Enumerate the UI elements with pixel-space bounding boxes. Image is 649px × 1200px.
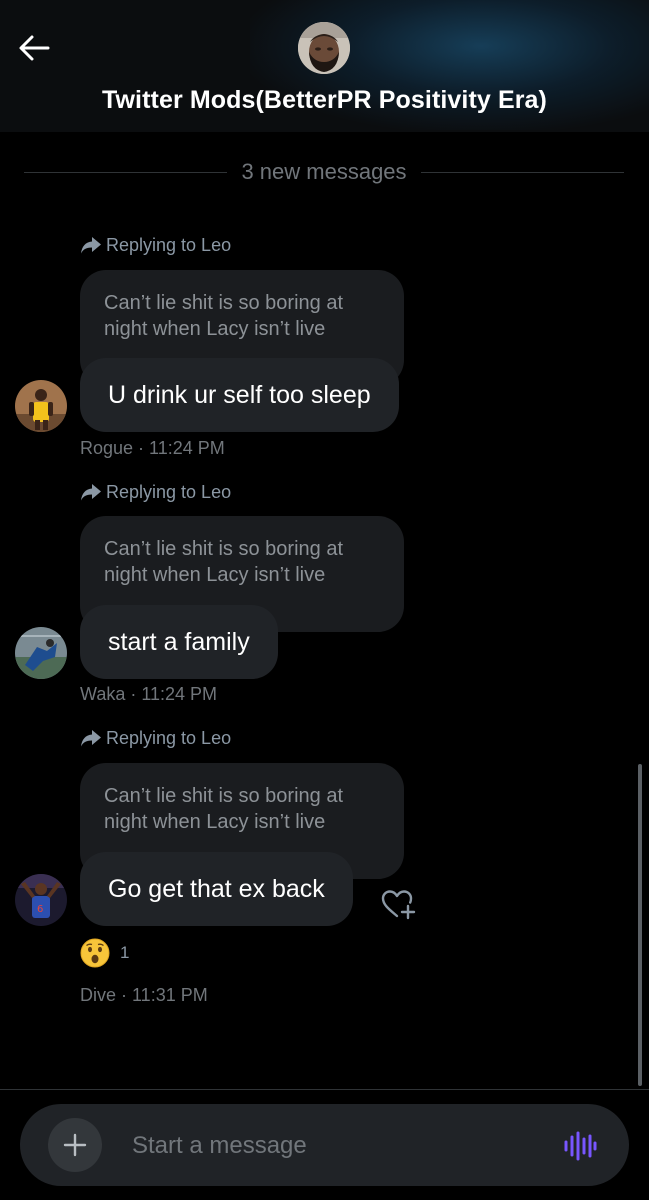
svg-text:6: 6 [37,904,43,915]
message-input[interactable] [130,1122,534,1170]
message-meta: Rogue · 11:24 PM [80,438,225,458]
heart-plus-icon [381,890,416,920]
voice-waveform-icon [564,1131,597,1161]
sender-avatar-rogue[interactable] [15,380,67,432]
new-messages-label: 3 new messages [241,159,407,184]
new-messages-divider: 3 new messages [24,155,624,189]
conversation-header: Twitter Mods(BetterPR Positivity Era) [0,0,649,132]
reply-arrow-icon [81,484,101,501]
message-bubble[interactable]: U drink ur self too sleep [80,358,399,432]
reply-label-text: Replying to Leo [106,727,232,748]
plus-icon [63,1133,87,1157]
add-attachment-button[interactable] [48,1118,102,1172]
voice-message-button[interactable] [562,1130,598,1162]
message-reaction[interactable]: 1 [80,936,129,970]
message-bubble[interactable]: Go get that ex back [80,852,353,926]
sender-avatar-waka[interactable] [15,627,67,679]
back-button[interactable] [14,30,54,66]
scrollbar-thumb[interactable] [638,764,642,1086]
reply-label-text: Replying to Leo [106,234,232,255]
reply-context-label: Replying to Leo [80,725,231,751]
divider-line-left [24,171,228,173]
composer-separator [0,1089,649,1090]
reply-arrow-icon [81,730,101,747]
astonished-face-icon [80,938,110,968]
divider-line-right [420,171,624,173]
sender-avatar-dive[interactable]: 6 [15,874,67,926]
add-reaction-button[interactable] [380,888,416,922]
message-meta: Waka · 11:24 PM [80,684,218,704]
reply-label-text: Replying to Leo [106,481,232,502]
reply-context-label: Replying to Leo [80,232,231,258]
reaction-count: 1 [120,943,130,962]
back-arrow-icon [19,35,50,61]
conversation-title[interactable]: Twitter Mods(BetterPR Positivity Era) [0,86,649,115]
dm-conversation-screen: Twitter Mods(BetterPR Positivity Era) 3 … [0,0,649,1200]
message-meta: Dive · 11:31 PM [80,985,208,1005]
group-avatar[interactable] [298,22,350,74]
message-bubble[interactable]: start a family [80,605,278,679]
reply-context-label: Replying to Leo [80,479,231,505]
message-composer [20,1104,629,1186]
reply-arrow-icon [81,237,101,254]
